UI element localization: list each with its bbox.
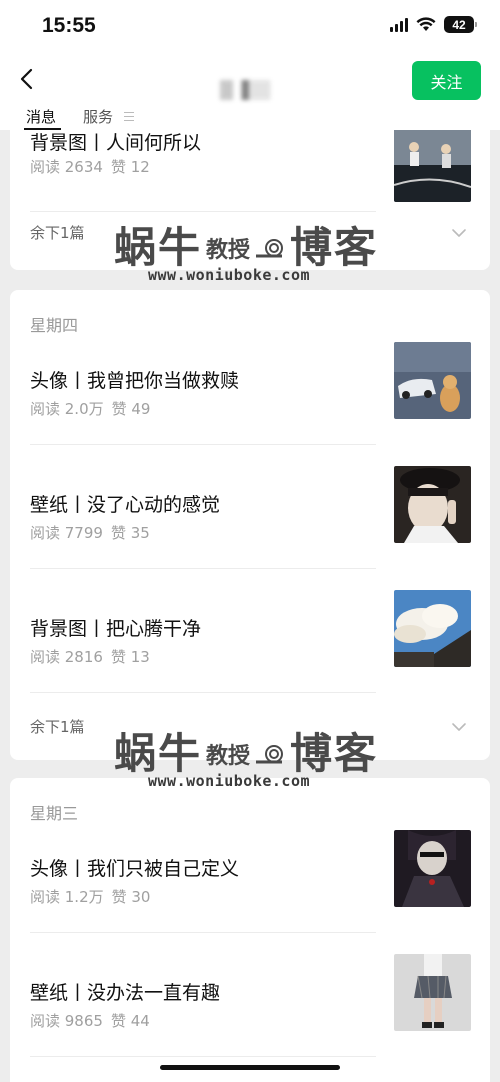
read-count: 阅读 9865 [30, 1012, 103, 1030]
article-stats: 阅读 2634 赞 12 [30, 156, 150, 177]
account-title-obscured [220, 80, 292, 100]
article-stats: 阅读 2816 赞 13 [30, 646, 150, 667]
article-thumbnail [394, 466, 471, 543]
chevron-down-icon [452, 229, 466, 237]
status-icons: 42 [390, 16, 477, 33]
article-thumbnail [394, 954, 471, 1031]
battery-icon: 42 [444, 16, 477, 33]
divider [30, 692, 376, 693]
article-title: 头像丨我曾把你当做救赎 [30, 370, 240, 392]
article-thumbnail [394, 830, 471, 907]
article-title: 头像丨我们只被自己定义 [30, 858, 240, 880]
status-time: 15:55 [42, 14, 96, 37]
divider [30, 211, 376, 212]
tab-messages[interactable]: 消息 [26, 106, 56, 127]
like-count: 赞 49 [111, 400, 151, 418]
like-count: 赞 12 [110, 158, 150, 176]
read-count: 阅读 2634 [30, 158, 103, 176]
signal-icon [390, 17, 408, 32]
day-label: 星期四 [30, 316, 79, 335]
article-stats: 阅读 2.0万赞 49 [30, 398, 150, 419]
article-stats: 阅读 7799 赞 35 [30, 522, 150, 543]
divider [30, 444, 376, 445]
article-thumbnail [394, 590, 471, 667]
article-stats: 阅读 1.2万赞 30 [30, 886, 150, 907]
wifi-icon [416, 17, 436, 31]
tab-bar: 消息 服务 [0, 106, 500, 130]
article-thumbnail [394, 130, 471, 202]
message-card: 星期三 头像丨我们只被自己定义 阅读 1.2万赞 30 壁纸丨没办法一直有趣 阅… [10, 778, 490, 1082]
read-count: 阅读 1.2万 [30, 888, 104, 906]
read-count: 阅读 7799 [30, 524, 103, 542]
message-list[interactable]: 背景图丨人间何所以 阅读 2634 赞 12 余下1篇 星期四 头像丨我曾把你当做… [0, 130, 500, 1082]
read-count: 阅读 2816 [30, 648, 103, 666]
more-articles-row[interactable]: 余下1篇 [10, 220, 490, 260]
like-count: 赞 13 [110, 648, 150, 666]
day-label: 星期三 [30, 804, 79, 823]
message-card: 背景图丨人间何所以 阅读 2634 赞 12 余下1篇 [10, 130, 490, 270]
chevron-down-icon [452, 723, 466, 731]
read-count: 阅读 2.0万 [30, 400, 104, 418]
article-title: 背景图丨把心腾干净 [30, 618, 202, 640]
divider [30, 1056, 376, 1057]
divider [30, 568, 376, 569]
status-bar: 15:55 42 [0, 0, 500, 56]
like-count: 赞 44 [110, 1012, 150, 1030]
article-title: 壁纸丨没了心动的感觉 [30, 494, 221, 516]
article-thumbnail [394, 342, 471, 419]
back-arrow-icon[interactable] [14, 64, 44, 94]
home-indicator[interactable] [160, 1065, 340, 1070]
article-stats: 阅读 9865 赞 44 [30, 1010, 150, 1031]
more-articles-label: 余下1篇 [30, 224, 85, 242]
article-title: 背景图丨人间何所以 [30, 132, 202, 154]
battery-level: 42 [452, 17, 466, 32]
menu-icon[interactable] [124, 112, 134, 124]
divider [30, 932, 376, 933]
message-card: 星期四 头像丨我曾把你当做救赎 阅读 2.0万赞 49 壁纸丨没了心动的感觉 阅… [10, 290, 490, 760]
more-articles-row[interactable]: 余下1篇 [10, 714, 490, 754]
more-articles-label: 余下1篇 [30, 718, 85, 736]
nav-bar: 关注 [0, 56, 500, 106]
like-count: 赞 35 [110, 524, 150, 542]
article-title: 壁纸丨没办法一直有趣 [30, 982, 221, 1004]
tab-services[interactable]: 服务 [83, 106, 113, 127]
like-count: 赞 30 [111, 888, 151, 906]
follow-button[interactable]: 关注 [412, 61, 481, 100]
